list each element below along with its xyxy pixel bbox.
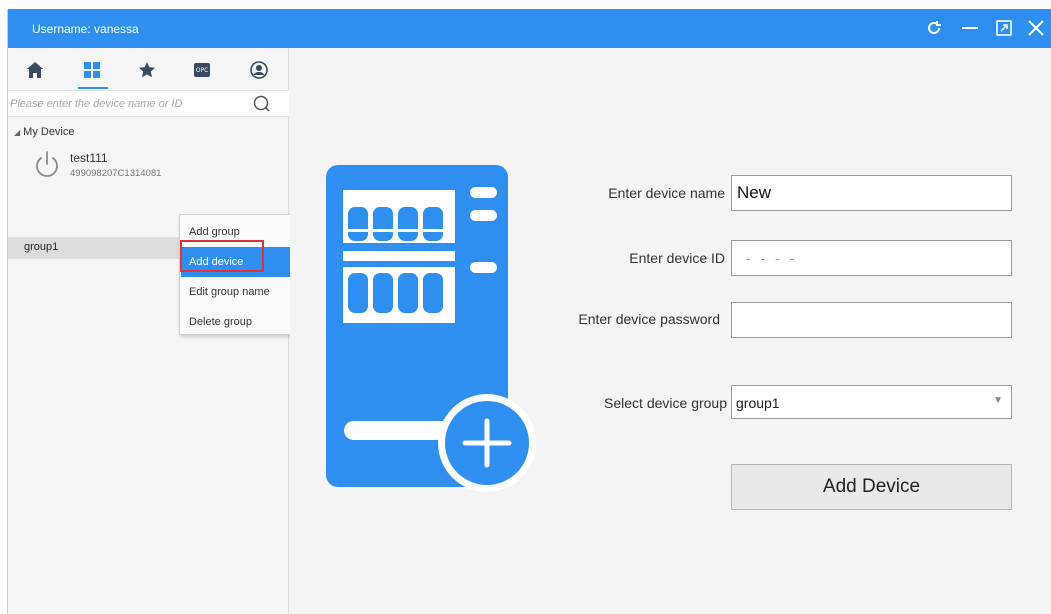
device-group-value: group1	[736, 395, 780, 411]
search-icon[interactable]	[252, 94, 272, 114]
menu-item-edit-group-name[interactable]: Edit group name	[181, 277, 299, 307]
user-icon[interactable]	[248, 59, 270, 81]
search-bar	[8, 90, 289, 117]
expand-caret-icon[interactable]: ◢	[14, 128, 20, 137]
device-group-label: Select device group	[604, 395, 727, 411]
menu-item-label: Delete group	[189, 316, 252, 328]
add-device-illustration-icon	[326, 165, 536, 492]
menu-item-delete-group[interactable]: Delete group	[181, 307, 299, 337]
app-window: Username: vanessa OPC Please enter the d…	[7, 9, 1051, 614]
device-item[interactable]: test111 499098207C1314081	[30, 147, 280, 187]
device-name-label: Enter device name	[608, 185, 725, 201]
tree-root-label: My Device	[23, 126, 75, 138]
title-bar: Username: vanessa	[8, 9, 1051, 48]
annotation-highlight-box	[180, 240, 264, 272]
menu-item-label: Add group	[189, 226, 240, 238]
add-device-button[interactable]: Add Device	[731, 464, 1012, 510]
nav-bar: OPC	[8, 48, 289, 90]
device-password-label: Enter device password	[578, 311, 720, 327]
star-icon[interactable]	[136, 59, 158, 81]
device-id-field	[731, 240, 1012, 276]
chevron-down-icon: ▼	[993, 395, 1003, 406]
active-tab-indicator	[78, 87, 108, 89]
tree-root-my-device[interactable]: ◢ My Device	[14, 126, 75, 138]
device-name-field	[731, 175, 1012, 211]
username-label: Username: vanessa	[32, 22, 139, 36]
minimize-icon[interactable]	[958, 16, 982, 40]
device-id-input[interactable]	[732, 241, 1011, 275]
device-id: 499098207C1314081	[70, 168, 162, 179]
device-group-select[interactable]: group1 ▼	[731, 385, 1012, 419]
refresh-icon[interactable]	[922, 16, 946, 40]
power-icon	[36, 151, 58, 177]
group-name: group1	[24, 241, 59, 253]
main-panel: Enter device name Enter device ID Enter …	[290, 48, 1051, 614]
device-password-field	[731, 302, 1012, 338]
home-icon[interactable]	[24, 59, 46, 81]
menu-item-label: Edit group name	[189, 286, 270, 298]
search-input[interactable]	[10, 94, 246, 114]
device-id-label: Enter device ID	[629, 250, 725, 266]
device-name: test111	[70, 151, 108, 165]
device-password-input[interactable]	[732, 303, 1011, 337]
grid-icon[interactable]	[81, 59, 103, 81]
device-name-input[interactable]	[732, 176, 1011, 210]
close-icon[interactable]	[1024, 16, 1048, 40]
context-menu: Add group Add device Edit group name Del…	[179, 214, 300, 335]
restore-icon[interactable]	[992, 16, 1016, 40]
svg-text:OPC: OPC	[196, 67, 209, 74]
opc-icon[interactable]: OPC	[191, 59, 213, 81]
